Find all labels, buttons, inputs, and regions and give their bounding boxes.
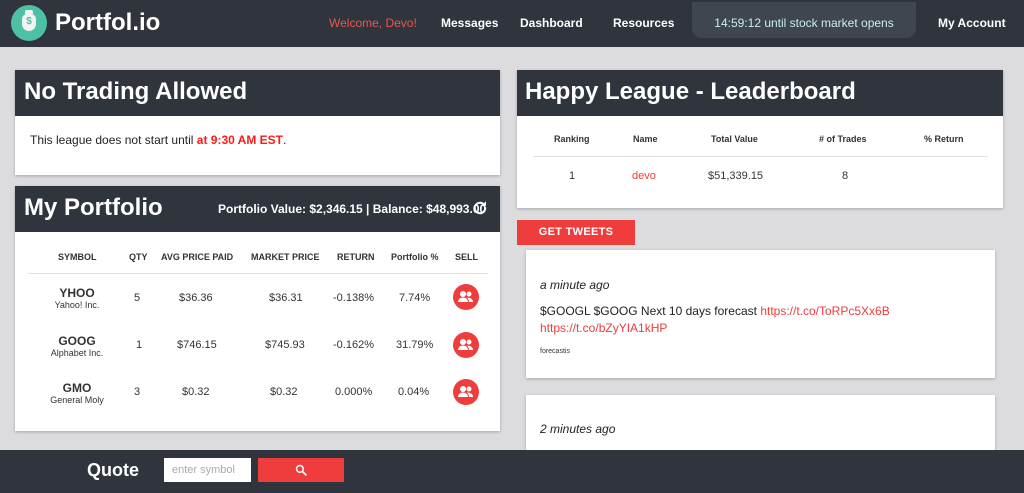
quote-search-button[interactable] — [258, 458, 344, 482]
cell-qty: 1 — [136, 339, 143, 351]
sell-button[interactable] — [453, 332, 479, 358]
portfolio-header: My Portfolio Portfolio Value: $2,346.15 … — [15, 186, 500, 232]
tweet-text: $GOOGL $GOOG Next 10 days forecast https… — [540, 303, 940, 337]
cell-return: -0.138% — [333, 292, 374, 304]
trading-notice-message: This league does not start until at 9:30… — [30, 133, 286, 147]
col-header-symbol: SYMBOL — [58, 252, 97, 262]
cell-qty: 5 — [134, 292, 141, 304]
table-row-symbol: GMO General Moly — [37, 381, 117, 405]
portfolio-title: My Portfolio — [24, 194, 163, 221]
cell-return: -0.162% — [333, 339, 374, 351]
symbol-code: YHOO — [59, 286, 95, 300]
symbol-company-name: Yahoo! Inc. — [54, 300, 100, 310]
col-header-return: RETURN — [337, 252, 375, 262]
table-divider — [533, 156, 988, 157]
col-header-sell: SELL — [455, 252, 479, 262]
tweet-link[interactable]: https://t.co/ToRPc5Xx6B — [760, 304, 889, 318]
col-header-name: Name — [633, 134, 658, 144]
col-header-ranking: Ranking — [554, 134, 590, 144]
cell-return: 0.000% — [335, 386, 373, 398]
cell-qty: 3 — [134, 386, 141, 398]
symbol-company-name: Alphabet Inc. — [50, 348, 104, 358]
trading-notice-card: No Trading Allowed This league does not … — [15, 70, 500, 175]
col-header-qty: QTY — [129, 252, 148, 262]
cell-total-value: $51,339.15 — [708, 170, 764, 182]
top-navbar: $ Portfol.io Welcome, Devo! Messages Das… — [0, 0, 1024, 47]
nav-dashboard-link[interactable]: Dashboard — [520, 16, 583, 30]
sell-button[interactable] — [453, 379, 479, 405]
leaderboard-title: Happy League - Leaderboard — [525, 78, 856, 105]
tweet-body: $GOOGL $GOOG Next 10 days forecast — [540, 304, 761, 318]
col-header-market-price: MARKET PRICE — [251, 252, 320, 262]
col-header-trades: # of Trades — [819, 134, 867, 144]
leaderboard-user-link[interactable]: devo — [632, 170, 656, 182]
leaderboard-header: Happy League - Leaderboard — [517, 70, 1003, 116]
market-timer: 14:59:12 until stock market opens — [692, 2, 916, 38]
users-icon — [458, 291, 473, 302]
users-icon — [458, 339, 473, 350]
trading-notice-header: No Trading Allowed — [15, 70, 500, 116]
cell-trades: 8 — [842, 170, 849, 182]
symbol-code: GMO — [62, 381, 92, 395]
symbol-company-name: General Moly — [50, 395, 104, 405]
tweet-timestamp: 2 minutes ago — [540, 422, 616, 436]
brand-logo-text[interactable]: Portfol.io — [55, 9, 160, 37]
cell-avg-price: $746.15 — [177, 339, 217, 351]
nav-my-account-link[interactable]: My Account — [938, 16, 1006, 30]
col-header-avg-price: AVG PRICE PAID — [161, 252, 234, 262]
cell-avg-price: $36.36 — [179, 292, 213, 304]
refresh-icon[interactable] — [471, 199, 489, 217]
tweet-timestamp: a minute ago — [540, 278, 610, 292]
leaderboard-card: Happy League - Leaderboard Ranking Name … — [517, 70, 1003, 208]
notice-text-suffix: . — [283, 133, 287, 147]
cell-market-price: $745.93 — [265, 339, 305, 351]
quote-label: Quote — [87, 460, 139, 480]
get-tweets-button[interactable]: GET TWEETS — [517, 220, 635, 245]
cell-ranking: 1 — [569, 170, 576, 182]
tweet-link[interactable]: https://t.co/bZyYIA1kHP — [540, 321, 667, 335]
cell-portfolio-pct: 7.74% — [399, 292, 431, 304]
table-divider — [28, 273, 488, 274]
market-timer-text: 14:59:12 until stock market opens — [714, 16, 894, 30]
tweet-author: forecastis — [540, 348, 570, 355]
search-icon — [295, 464, 307, 476]
cell-market-price: $0.32 — [270, 386, 298, 398]
users-icon — [458, 386, 473, 397]
portfolio-card: My Portfolio Portfolio Value: $2,346.15 … — [15, 186, 500, 431]
table-row-symbol: YHOO Yahoo! Inc. — [37, 286, 117, 310]
notice-start-time: at 9:30 AM EST — [196, 133, 284, 147]
cell-avg-price: $0.32 — [182, 386, 210, 398]
col-header-total-value: Total Value — [711, 134, 758, 144]
nav-messages-link[interactable]: Messages — [441, 16, 498, 30]
quote-bar: Quote — [0, 450, 1024, 493]
symbol-code: GOOG — [58, 334, 96, 348]
cell-portfolio-pct: 0.04% — [398, 386, 430, 398]
tweet-card: a minute ago $GOOGL $GOOG Next 10 days f… — [526, 250, 995, 378]
sell-button[interactable] — [453, 284, 479, 310]
welcome-message: Welcome, Devo! — [329, 16, 417, 30]
money-bag-icon[interactable]: $ — [11, 5, 47, 41]
cell-portfolio-pct: 31.79% — [396, 339, 434, 351]
trading-notice-title: No Trading Allowed — [24, 78, 248, 105]
cell-market-price: $36.31 — [269, 292, 303, 304]
table-row-symbol: GOOG Alphabet Inc. — [37, 334, 117, 358]
col-header-pct-return: % Return — [924, 134, 964, 144]
notice-text-prefix: This league does not start until — [30, 133, 197, 147]
portfolio-summary: Portfolio Value: $2,346.15 | Balance: $4… — [218, 202, 487, 216]
col-header-portfolio-pct: Portfolio % — [391, 252, 439, 262]
quote-symbol-input[interactable] — [164, 458, 251, 482]
nav-resources-link[interactable]: Resources — [613, 16, 674, 30]
